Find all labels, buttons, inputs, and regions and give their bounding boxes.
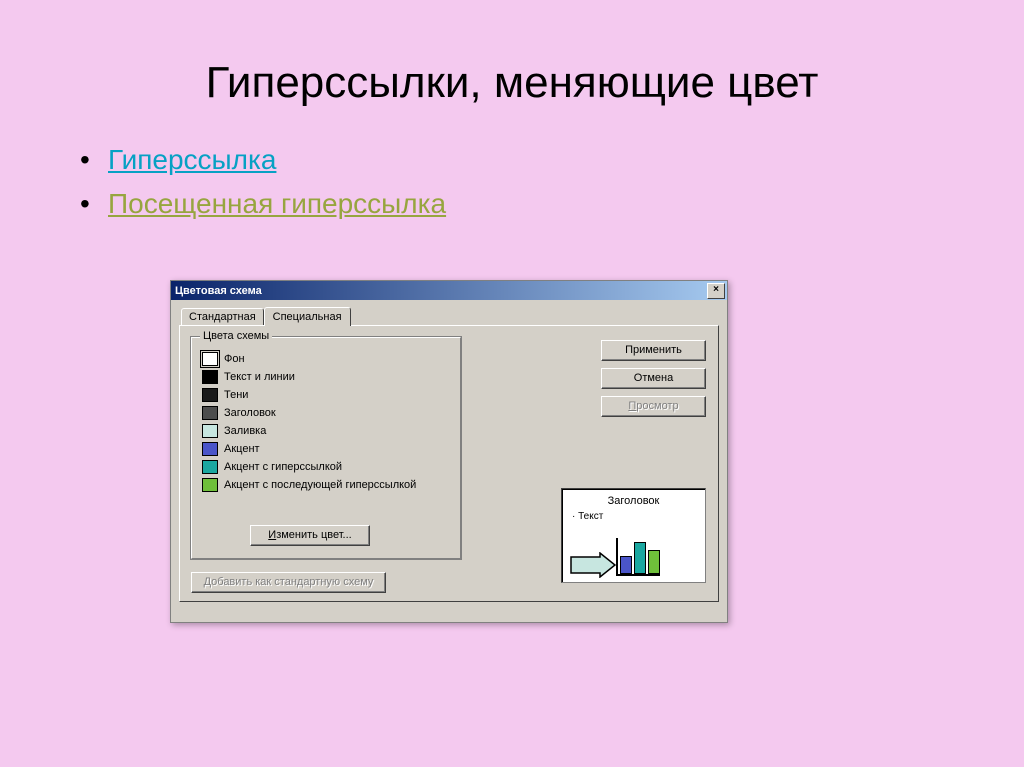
swatch-icon xyxy=(202,442,218,456)
bullet-item: • Посещенная гиперссылка xyxy=(80,188,944,220)
preview-box: Заголовок · Текст xyxy=(561,488,706,583)
bar-chart-icon xyxy=(616,538,660,576)
swatch-icon xyxy=(202,352,218,366)
bullet-dot: • xyxy=(80,188,108,220)
swatch-icon xyxy=(202,478,218,492)
scheme-colors-group: Цвета схемы Фон Текст и линии Тени xyxy=(190,336,462,560)
color-row-text[interactable]: Текст и линии xyxy=(202,368,452,386)
bullet-dot: • xyxy=(80,144,108,176)
color-row-accent-followed[interactable]: Акцент с последующей гиперссылкой xyxy=(202,476,452,494)
bullet-item: • Гиперссылка xyxy=(80,144,944,176)
tabs: Стандартная Специальная xyxy=(181,306,719,325)
dialog-title: Цветовая схема xyxy=(175,285,262,297)
color-label: Тени xyxy=(224,389,248,401)
color-label: Акцент с гиперссылкой xyxy=(224,461,342,473)
swatch-icon xyxy=(202,424,218,438)
color-label: Заливка xyxy=(224,425,266,437)
swatch-icon xyxy=(202,406,218,420)
apply-button[interactable]: Применить xyxy=(601,340,706,361)
swatch-icon xyxy=(202,388,218,402)
preview-text: · Текст xyxy=(572,511,699,522)
color-row-title[interactable]: Заголовок xyxy=(202,404,452,422)
tab-custom[interactable]: Специальная xyxy=(264,307,351,326)
add-standard-scheme-button[interactable]: Добавить как стандартную схему xyxy=(191,572,386,593)
hyperlink-example[interactable]: Гиперссылка xyxy=(108,144,276,176)
preview-title: Заголовок xyxy=(568,495,699,507)
color-label: Фон xyxy=(224,353,245,365)
side-buttons: Применить Отмена Просмотр xyxy=(601,340,706,424)
slide-title: Гиперссылки, меняющие цвет xyxy=(0,0,1024,118)
arrow-shape-icon xyxy=(570,552,610,576)
swatch-icon xyxy=(202,460,218,474)
dialog-titlebar: Цветовая схема × xyxy=(171,281,727,300)
bullet-list: • Гиперссылка • Посещенная гиперссылка xyxy=(0,118,1024,220)
close-button[interactable]: × xyxy=(707,283,725,299)
swatch-icon xyxy=(202,370,218,384)
group-label: Цвета схемы xyxy=(200,330,272,342)
color-row-fill[interactable]: Заливка xyxy=(202,422,452,440)
cancel-button[interactable]: Отмена xyxy=(601,368,706,389)
preview-graphics xyxy=(570,538,660,576)
color-label: Текст и линии xyxy=(224,371,295,383)
color-label: Акцент с последующей гиперссылкой xyxy=(224,479,416,491)
color-list: Фон Текст и линии Тени Заголовок xyxy=(192,338,460,498)
color-row-accent-hyperlink[interactable]: Акцент с гиперссылкой xyxy=(202,458,452,476)
color-label: Акцент xyxy=(224,443,260,455)
color-row-accent[interactable]: Акцент xyxy=(202,440,452,458)
color-label: Заголовок xyxy=(224,407,276,419)
color-scheme-dialog: Цветовая схема × Стандартная Специальная… xyxy=(170,280,728,623)
color-row-shadows[interactable]: Тени xyxy=(202,386,452,404)
color-row-background[interactable]: Фон xyxy=(202,350,452,368)
tab-panel: Цвета схемы Фон Текст и линии Тени xyxy=(179,325,719,602)
dialog-body: Стандартная Специальная Цвета схемы Фон … xyxy=(171,300,727,622)
preview-button[interactable]: Просмотр xyxy=(601,396,706,417)
visited-hyperlink-example[interactable]: Посещенная гиперссылка xyxy=(108,188,446,220)
change-color-button[interactable]: Изменить цвет... xyxy=(250,525,370,546)
